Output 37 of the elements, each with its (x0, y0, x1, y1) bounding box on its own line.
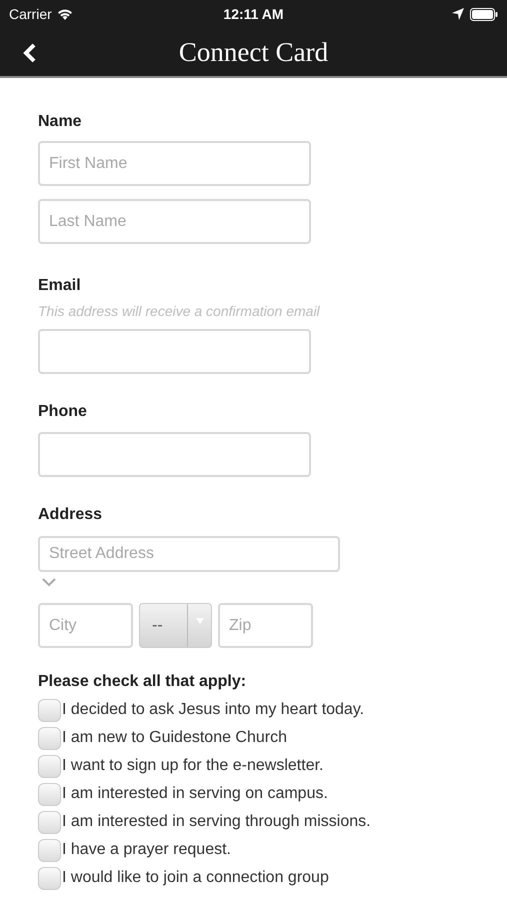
battery-icon (470, 8, 498, 20)
checkbox-label: I have a prayer request. (62, 840, 231, 860)
email-field[interactable] (38, 329, 311, 374)
street-address-field[interactable]: Street Address (38, 536, 340, 572)
checkbox[interactable] (38, 810, 61, 834)
email-hint: This address will receive a confirmation email (38, 302, 321, 320)
checkbox[interactable] (38, 838, 61, 862)
phone-field[interactable] (38, 432, 311, 477)
checkbox-label: I am interested in serving on campus. (62, 784, 328, 804)
city-field[interactable]: City (38, 603, 133, 648)
dropdown-arrow-icon (196, 618, 204, 624)
field-label: Name (38, 112, 83, 132)
back-chevron-icon (23, 43, 37, 63)
field-label: Phone (38, 402, 88, 422)
checkbox-label: I want to sign up for the e-newsletter. (62, 756, 324, 776)
screen-title: Connect Card (178, 36, 328, 69)
location-arrow-icon (452, 8, 464, 20)
checkbox-label: I would like to join a connection group (62, 868, 329, 888)
field-label: Please check all that apply: (38, 672, 248, 692)
zip-field[interactable]: Zip (218, 603, 313, 648)
checkbox-label: I am new to Guidestone Church (62, 728, 288, 748)
checkbox-label: I am interested in serving through missions. (62, 812, 371, 832)
clock-time: 12:11 AM (223, 4, 284, 24)
checkbox-label: I decided to ask Jesus into my heart today. (62, 700, 364, 720)
state-dropdown[interactable]: -- (139, 603, 212, 648)
field-label: Address (38, 505, 104, 525)
text-field[interactable]: First Name (38, 141, 311, 186)
field-label: Email (38, 276, 82, 296)
carrier-label: Carrier (9, 4, 52, 24)
checkbox[interactable] (38, 754, 61, 778)
wifi-icon (56, 8, 73, 20)
checkbox[interactable] (38, 698, 61, 722)
checkbox[interactable] (38, 782, 61, 806)
checkbox[interactable] (38, 866, 61, 890)
expand-chevron-icon (42, 578, 56, 587)
text-field[interactable]: Last Name (38, 199, 311, 244)
checkbox[interactable] (38, 726, 61, 750)
